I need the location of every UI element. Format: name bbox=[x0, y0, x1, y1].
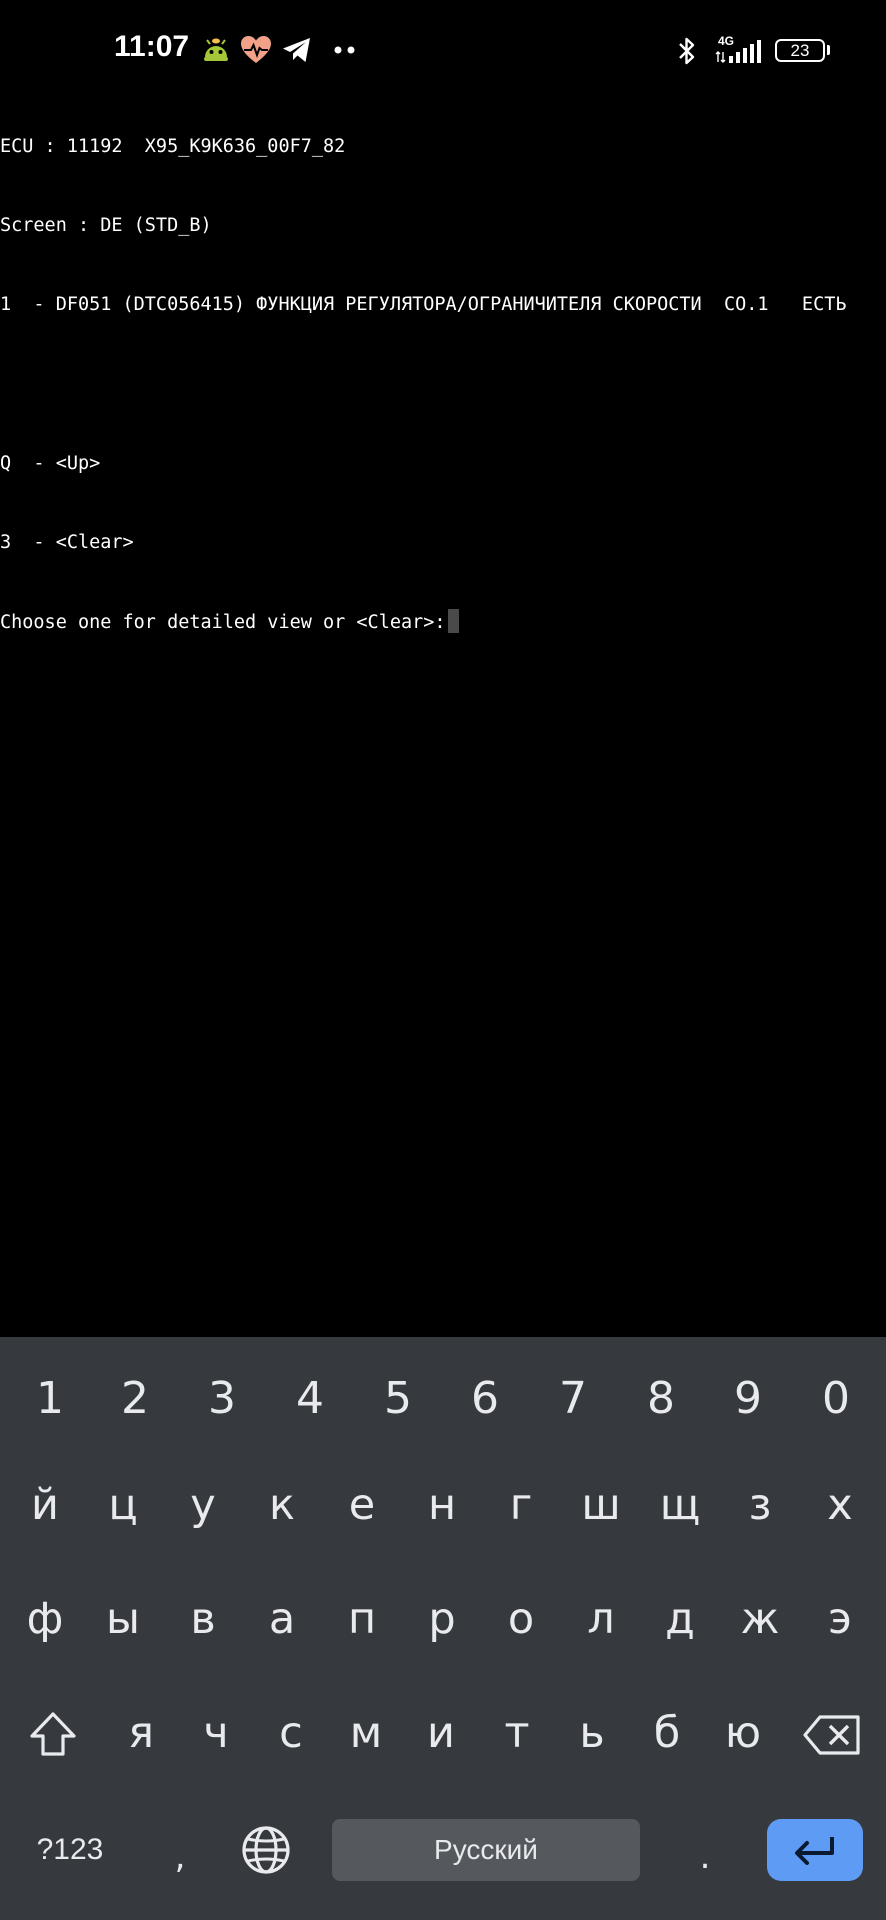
shift-key[interactable] bbox=[22, 1700, 84, 1768]
bluetooth-icon bbox=[679, 37, 695, 65]
language-switch-key[interactable] bbox=[238, 1822, 294, 1878]
key-row-1-5[interactable]: н bbox=[409, 1465, 475, 1545]
key-row-3-5[interactable]: т bbox=[484, 1693, 550, 1773]
signal-icon bbox=[715, 40, 761, 63]
key-row-2-5[interactable]: р bbox=[409, 1579, 475, 1659]
key-row-2-8[interactable]: д bbox=[647, 1579, 713, 1659]
terminal-line-clear: 3 - <Clear> bbox=[0, 531, 134, 553]
terminal-line-screen: Screen : DE (STD_B) bbox=[0, 215, 212, 237]
key-row-2-4[interactable]: п bbox=[329, 1579, 395, 1659]
key-row-3-4[interactable]: и bbox=[408, 1693, 474, 1773]
key-row-3-2[interactable]: с bbox=[258, 1693, 324, 1773]
comma-key[interactable]: , bbox=[160, 1822, 200, 1892]
key-row-digits-1[interactable]: 2 bbox=[102, 1358, 168, 1438]
android-debug-icon bbox=[204, 38, 228, 61]
key-row-digits-5[interactable]: 6 bbox=[452, 1358, 518, 1438]
key-row-2-6[interactable]: о bbox=[488, 1579, 554, 1659]
terminal-prompt: Choose one for detailed view or <Clear>: bbox=[0, 612, 446, 634]
more-notifications-icon bbox=[334, 46, 355, 54]
key-row-2-3[interactable]: а bbox=[249, 1579, 315, 1659]
key-row-3-1[interactable]: ч bbox=[183, 1693, 249, 1773]
terminal-line-ecu: ECU : 11192 X95_K9K636_00F7_82 bbox=[0, 135, 346, 157]
terminal-line-up: Q - <Up> bbox=[0, 452, 101, 474]
key-row-digits-3[interactable]: 4 bbox=[277, 1358, 343, 1438]
key-row-2-7[interactable]: л bbox=[568, 1579, 634, 1659]
key-row-1-3[interactable]: к bbox=[249, 1465, 315, 1545]
clock: 11:07 bbox=[114, 30, 190, 63]
health-heart-icon bbox=[241, 36, 271, 63]
terminal-line-dtc: 1 - DF051 (DTC056415) ФУНКЦИЯ РЕГУЛЯТОРА… bbox=[0, 294, 847, 316]
key-row-1-8[interactable]: щ bbox=[647, 1465, 713, 1545]
key-row-digits-6[interactable]: 7 bbox=[540, 1358, 606, 1438]
key-row-3-6[interactable]: ь bbox=[559, 1693, 625, 1773]
key-row-1-0[interactable]: й bbox=[12, 1465, 78, 1545]
key-row-digits-7[interactable]: 8 bbox=[628, 1358, 694, 1438]
key-row-1-6[interactable]: г bbox=[488, 1465, 554, 1545]
key-row-digits-0[interactable]: 1 bbox=[17, 1358, 83, 1438]
key-row-2-2[interactable]: в bbox=[170, 1579, 236, 1659]
battery-cap bbox=[827, 45, 830, 55]
terminal-prompt-line[interactable]: Choose one for detailed view or <Clear>: bbox=[0, 609, 886, 635]
globe-icon bbox=[242, 1826, 290, 1874]
period-key[interactable]: . bbox=[685, 1822, 725, 1892]
key-row-2-10[interactable]: э bbox=[807, 1579, 873, 1659]
key-row-2-0[interactable]: ф bbox=[12, 1579, 78, 1659]
text-cursor bbox=[447, 609, 459, 634]
enter-key[interactable] bbox=[767, 1819, 863, 1881]
key-row-3-3[interactable]: м bbox=[333, 1693, 399, 1773]
key-row-digits-2[interactable]: 3 bbox=[189, 1358, 255, 1438]
key-row-1-9[interactable]: з bbox=[727, 1465, 793, 1545]
key-row-1-1[interactable]: ц bbox=[90, 1465, 156, 1545]
backspace-key[interactable] bbox=[800, 1707, 864, 1763]
key-row-3-7[interactable]: б bbox=[634, 1693, 700, 1773]
key-row-digits-8[interactable]: 9 bbox=[715, 1358, 781, 1438]
key-row-digits-4[interactable]: 5 bbox=[365, 1358, 431, 1438]
telegram-icon bbox=[283, 38, 310, 62]
key-row-1-10[interactable]: х bbox=[807, 1465, 873, 1545]
key-row-1-4[interactable]: е bbox=[329, 1465, 395, 1545]
key-row-2-1[interactable]: ы bbox=[90, 1579, 156, 1659]
battery-icon: 23 bbox=[775, 39, 825, 62]
shift-icon bbox=[30, 1712, 76, 1756]
terminal-output[interactable]: ECU : 11192 X95_K9K636_00F7_82 Screen : … bbox=[0, 81, 886, 1335]
key-row-3-0[interactable]: я bbox=[108, 1693, 174, 1773]
key-row-2-9[interactable]: ж bbox=[727, 1579, 793, 1659]
enter-icon bbox=[795, 1837, 834, 1865]
backspace-icon bbox=[803, 1715, 860, 1755]
key-row-digits-9[interactable]: 0 bbox=[803, 1358, 869, 1438]
space-key[interactable]: Русский bbox=[332, 1819, 640, 1881]
symbols-key[interactable]: ?123 bbox=[20, 1819, 120, 1881]
key-row-1-2[interactable]: у bbox=[170, 1465, 236, 1545]
key-row-3-8[interactable]: ю bbox=[710, 1693, 776, 1773]
key-row-1-7[interactable]: ш bbox=[568, 1465, 634, 1545]
